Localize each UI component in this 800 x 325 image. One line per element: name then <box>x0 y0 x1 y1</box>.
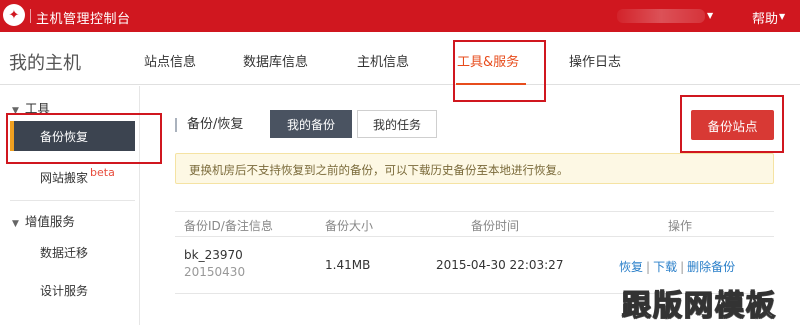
row-actions: 恢复 | 下载 | 删除备份 <box>619 258 735 275</box>
page-title: 我的主机 <box>9 53 81 74</box>
beta-badge: beta <box>90 166 115 179</box>
divider <box>30 9 31 23</box>
sidebar-item-data-migration[interactable]: 数据迁移 <box>40 244 88 261</box>
user-account-blurred[interactable] <box>617 9 705 23</box>
sidebar-divider <box>10 200 135 201</box>
column-header-actions: 操作 <box>668 219 693 233</box>
user-menu-arrow-icon[interactable]: ▼ <box>707 11 713 20</box>
caret-down-icon: ▼ <box>12 219 19 229</box>
backup-time: 2015-04-30 22:03:27 <box>436 258 564 272</box>
annotation-box-backup-button <box>680 95 784 153</box>
host-header: 我的主机 站点信息 数据库信息 主机信息 工具&服务 操作日志 <box>0 32 800 85</box>
logo-icon: ✦ <box>3 4 25 26</box>
logo[interactable]: ✦ <box>0 0 32 32</box>
table-header: 备份ID/备注信息 备份大小 备份时间 操作 <box>175 211 774 237</box>
help-menu[interactable]: 帮助 <box>752 8 778 27</box>
help-menu-arrow-icon[interactable]: ▼ <box>779 12 785 21</box>
backup-id: bk_23970 <box>184 248 243 262</box>
section-label: 备份/恢复 <box>175 118 243 132</box>
watermark: 跟版网模板 <box>621 287 778 322</box>
tab-my-backups[interactable]: 我的备份 <box>270 110 352 138</box>
backup-note: 20150430 <box>184 265 246 279</box>
column-header-time: 备份时间 <box>471 219 520 233</box>
annotation-box-backup-restore <box>6 113 162 164</box>
console-title: 主机管理控制台 <box>36 12 131 27</box>
tab-site-info[interactable]: 站点信息 <box>144 51 196 70</box>
tab-my-tasks[interactable]: 我的任务 <box>357 110 437 138</box>
download-link[interactable]: 下载 <box>653 260 677 274</box>
sidebar-item-site-migration[interactable]: 网站搬家 <box>40 169 88 186</box>
sidebar-item-design-service[interactable]: 设计服务 <box>40 282 88 299</box>
top-bar: ✦ 主机管理控制台 ▼ 帮助 ▼ <box>0 0 800 32</box>
action-separator: | <box>646 260 651 274</box>
delete-backup-link[interactable]: 删除备份 <box>687 260 735 274</box>
tab-operation-log[interactable]: 操作日志 <box>569 51 621 70</box>
restore-link[interactable]: 恢复 <box>619 260 643 274</box>
column-header-size: 备份大小 <box>325 219 374 233</box>
sidebar-group-value-added[interactable]: ▼ 增值服务 <box>12 211 75 230</box>
column-header-id: 备份ID/备注信息 <box>184 219 273 233</box>
action-separator: | <box>680 260 685 274</box>
annotation-box-tools-tab <box>453 40 546 102</box>
notice-banner: 更换机房后不支持恢复到之前的备份，可以下载历史备份至本地进行恢复。 <box>175 153 774 184</box>
tab-database-info[interactable]: 数据库信息 <box>243 51 308 70</box>
tab-host-info[interactable]: 主机信息 <box>357 51 409 70</box>
backup-size: 1.41MB <box>325 258 371 272</box>
